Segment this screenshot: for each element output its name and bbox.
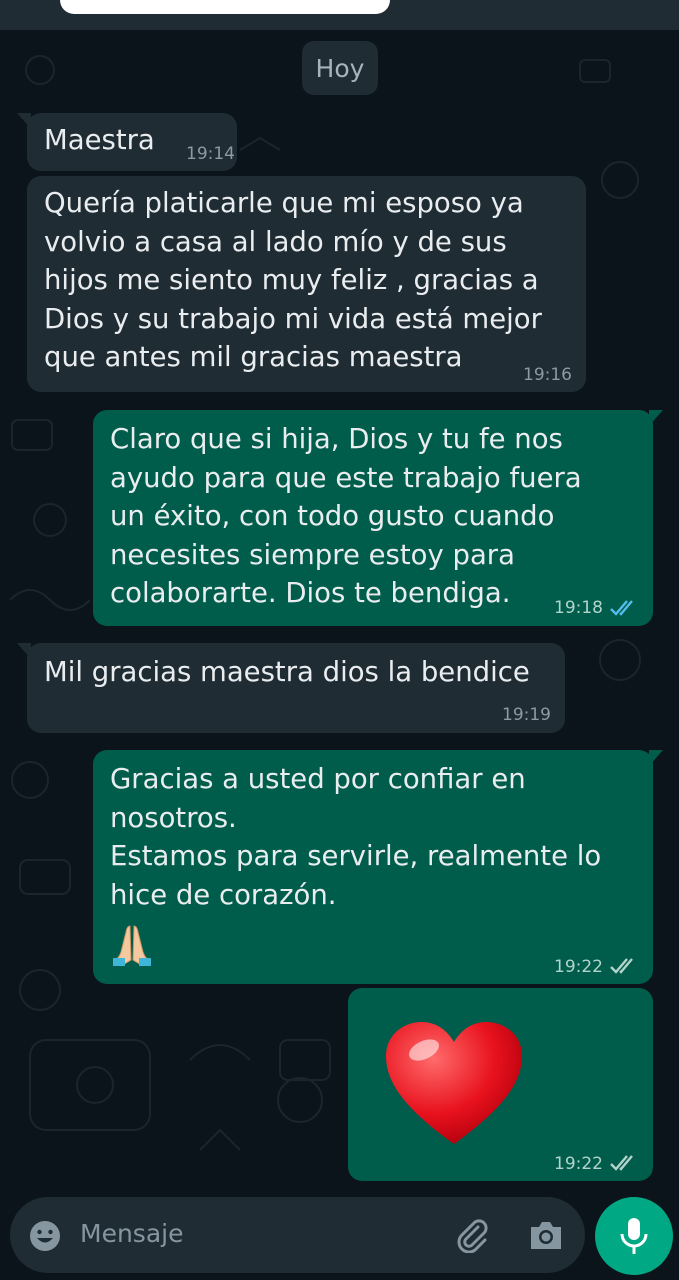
message-text: Gracias a usted por confiar en nosotros.… xyxy=(110,763,602,911)
message-time: 19:19 xyxy=(502,705,551,725)
message-text: Claro que si hija, Dios y tu fe nos ayud… xyxy=(110,423,582,609)
incoming-message[interactable]: Quería platicarle que mi esposo ya volvi… xyxy=(27,176,586,392)
message-time: 19:22 xyxy=(554,1154,603,1174)
attach-icon[interactable] xyxy=(454,1217,490,1253)
emoji-icon[interactable] xyxy=(28,1219,62,1253)
red-heart-emoji xyxy=(386,1022,522,1144)
outgoing-message[interactable]: 19:22 xyxy=(348,988,653,1181)
date-chip: Hoy xyxy=(302,41,378,95)
outgoing-message[interactable]: Gracias a usted por confiar en nosotros.… xyxy=(93,750,663,984)
delivered-ticks-icon xyxy=(610,1155,633,1171)
message-text: Maestra xyxy=(44,124,155,156)
outgoing-message[interactable]: Claro que si hija, Dios y tu fe nos ayud… xyxy=(93,410,663,626)
message-time: 19:16 xyxy=(523,365,572,385)
incoming-message[interactable]: Mil gracias maestra dios la bendice 19:1… xyxy=(17,643,565,733)
folded-hands-emoji xyxy=(113,925,151,966)
read-ticks-icon xyxy=(610,600,633,616)
message-text: Quería platicarle que mi esposo ya volvi… xyxy=(44,187,542,373)
message-text: Mil gracias maestra dios la bendice xyxy=(44,656,530,688)
voice-message-button[interactable] xyxy=(595,1197,673,1275)
delivered-ticks-icon xyxy=(610,958,633,974)
chat-header xyxy=(0,0,679,30)
incoming-message[interactable]: Maestra 19:14 xyxy=(17,113,237,171)
message-input[interactable]: Mensaje xyxy=(80,1219,183,1248)
message-time: 19:22 xyxy=(554,957,603,977)
message-composer[interactable]: Mensaje xyxy=(10,1197,585,1273)
message-time: 19:14 xyxy=(186,144,235,164)
message-time: 19:18 xyxy=(554,598,603,618)
mic-icon xyxy=(620,1218,648,1254)
redacted-contact-name xyxy=(60,0,390,14)
camera-icon[interactable] xyxy=(527,1218,565,1252)
